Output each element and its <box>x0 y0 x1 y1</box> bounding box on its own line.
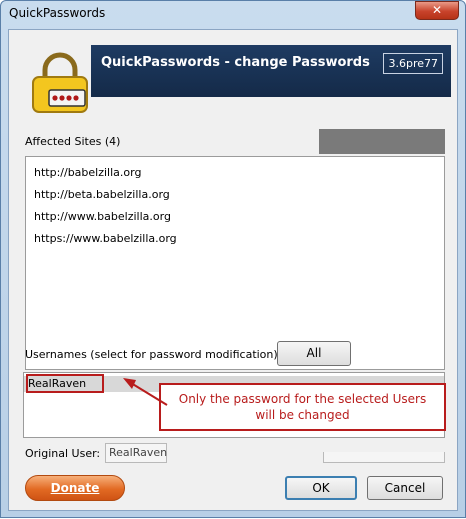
original-user-field[interactable]: RealRaven <box>105 443 167 463</box>
title-bar[interactable]: QuickPasswords ✕ <box>1 1 465 29</box>
ok-button[interactable]: OK <box>285 476 357 500</box>
usernames-label: Usernames (select for password modificat… <box>25 348 278 361</box>
quickpasswords-window: QuickPasswords ✕ QuickPasswords - change… <box>0 0 466 518</box>
site-item[interactable]: http://babelzilla.org <box>34 166 141 179</box>
original-user-label: Original User: <box>25 447 101 460</box>
select-all-button[interactable]: All <box>277 341 351 366</box>
padlock-logo-icon <box>32 52 88 113</box>
annotation-text-line1: Only the password for the selected Users <box>178 392 427 406</box>
header-banner: QuickPasswords - change Passwords 3.6pre… <box>91 45 451 97</box>
affected-sites-list[interactable]: http://babelzilla.org http://beta.babelz… <box>25 156 445 370</box>
site-item[interactable]: https://www.babelzilla.org <box>34 232 177 245</box>
site-item[interactable]: http://www.babelzilla.org <box>34 210 171 223</box>
header-title: QuickPasswords - change Passwords <box>101 55 370 70</box>
progress-bar <box>319 129 445 154</box>
new-user-field[interactable] <box>323 452 445 463</box>
highlight-box <box>26 374 104 393</box>
annotation-callout: Only the password for the selected Users… <box>159 383 446 431</box>
donate-button[interactable]: Donate <box>25 475 125 501</box>
dialog-content: QuickPasswords - change Passwords 3.6pre… <box>8 29 458 511</box>
close-button[interactable]: ✕ <box>415 1 459 20</box>
cancel-button[interactable]: Cancel <box>367 476 443 500</box>
site-item[interactable]: http://beta.babelzilla.org <box>34 188 170 201</box>
version-badge: 3.6pre77 <box>383 53 443 74</box>
close-icon: ✕ <box>431 3 443 17</box>
affected-sites-label: Affected Sites (4) <box>25 135 121 148</box>
window-title: QuickPasswords <box>9 6 106 20</box>
annotation-text-line2: will be changed <box>255 408 350 422</box>
